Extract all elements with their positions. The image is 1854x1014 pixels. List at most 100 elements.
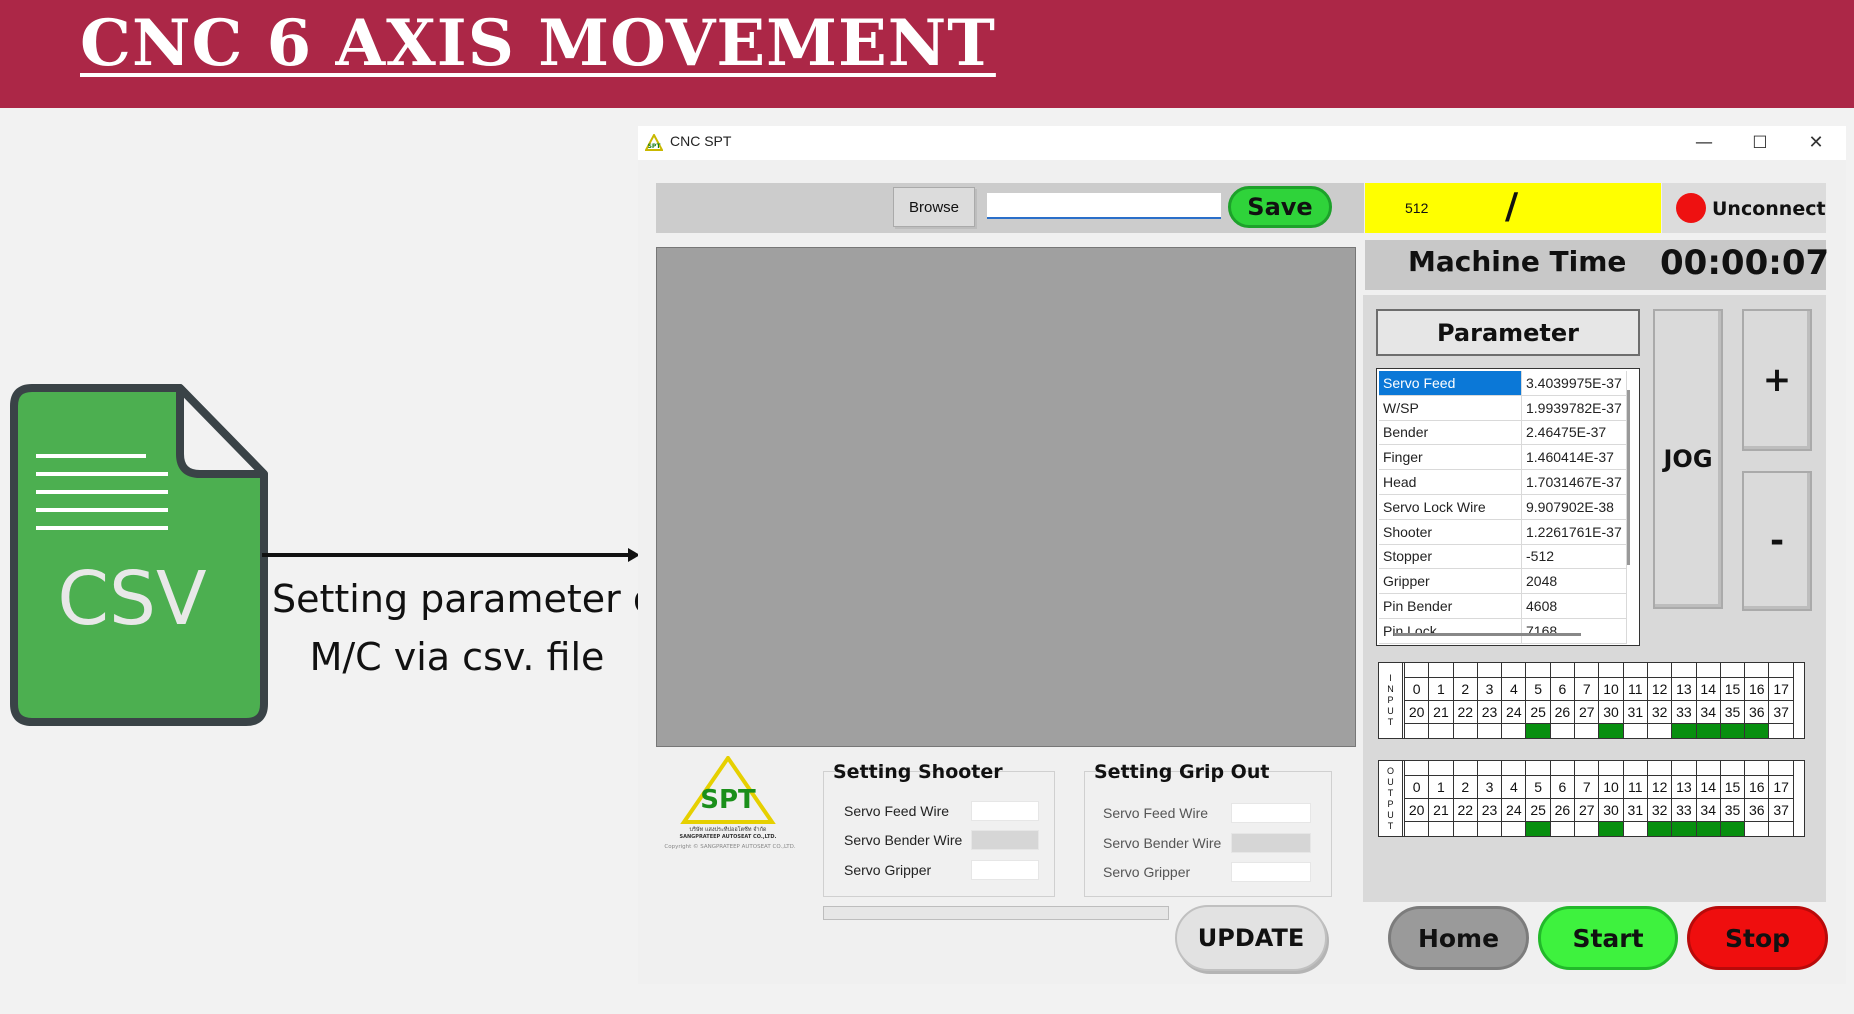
window-title-bar[interactable] <box>638 126 1846 160</box>
spt-logo: SPT บริษัท แสงประทีปออโตซีท จำกัด SANGPR… <box>664 756 796 850</box>
io-label: 32 <box>1646 798 1673 822</box>
io-label: 21 <box>1428 700 1454 724</box>
csv-path-input[interactable] <box>987 193 1221 219</box>
parameter-horizontal-scrollbar[interactable] <box>1395 633 1581 636</box>
preview-canvas[interactable] <box>656 247 1356 747</box>
parameter-value[interactable]: 1.460414E-37 <box>1521 444 1627 471</box>
io-label: 36 <box>1744 700 1770 724</box>
shooter-servo-feed-wire-input[interactable] <box>971 801 1039 821</box>
jog-plus-button[interactable]: + <box>1742 309 1812 451</box>
gripout-servo-feed-wire-input[interactable] <box>1231 803 1311 823</box>
parameter-row[interactable]: Shooter 1.2261761E-37 <box>1379 519 1627 545</box>
io-label: 33 <box>1671 700 1697 724</box>
shooter-servo-gripper-input[interactable] <box>971 860 1039 880</box>
parameter-row[interactable]: Gripper 2048 <box>1379 568 1627 595</box>
io-indicator <box>1549 662 1576 678</box>
parameter-vertical-scrollbar[interactable] <box>1627 390 1630 565</box>
stop-button[interactable]: Stop <box>1687 906 1828 970</box>
io-label: 26 <box>1549 798 1576 822</box>
io-indicator <box>1744 662 1770 678</box>
io-label: 14 <box>1695 677 1721 701</box>
shooter-servo-bender-wire-input[interactable] <box>971 830 1039 850</box>
parameter-row[interactable]: Bender 2.46475E-37 <box>1379 420 1627 446</box>
gripout-servo-bender-wire-label: Servo Bender Wire <box>1103 835 1222 851</box>
parameter-value[interactable]: 7168 <box>1521 618 1627 644</box>
close-button[interactable]: ✕ <box>1793 130 1839 156</box>
io-side-letter: U <box>1387 809 1394 820</box>
parameter-row[interactable]: W/SP 1.9939782E-37 <box>1379 395 1627 421</box>
parameter-value[interactable]: 1.2261761E-37 <box>1521 519 1627 545</box>
logo-company-en: SANGPRATEEP AUTOSEAT CO.,LTD. <box>680 834 777 840</box>
io-label: 1 <box>1428 677 1454 701</box>
io-indicator <box>1598 760 1624 776</box>
caption-line-1: Setting parameter of <box>272 577 670 621</box>
parameter-value[interactable]: 1.9939782E-37 <box>1521 395 1627 421</box>
io-label: 27 <box>1574 700 1600 724</box>
io-label: 5 <box>1525 775 1551 799</box>
io-label: 4 <box>1501 677 1527 701</box>
io-indicator <box>1622 723 1648 739</box>
parameter-value[interactable]: 3.4039975E-37 <box>1521 371 1627 396</box>
io-label: 33 <box>1671 798 1697 822</box>
io-label: 22 <box>1452 798 1478 822</box>
io-indicator <box>1744 723 1770 739</box>
io-label: 21 <box>1428 798 1454 822</box>
update-button[interactable]: UPDATE <box>1175 905 1327 971</box>
io-indicator <box>1428 723 1454 739</box>
io-label: 37 <box>1768 700 1794 724</box>
banner-title: CNC 6 AXIS MOVEMENT <box>80 6 996 81</box>
io-label: 11 <box>1622 775 1648 799</box>
home-button[interactable]: Home <box>1388 906 1529 970</box>
parameter-button[interactable]: Parameter <box>1376 309 1640 356</box>
io-label: 26 <box>1549 700 1576 724</box>
parameter-value[interactable]: 2.46475E-37 <box>1521 420 1627 446</box>
io-indicator <box>1768 723 1794 739</box>
parameter-value[interactable]: 1.7031467E-37 <box>1521 469 1627 495</box>
parameter-value[interactable]: 9.907902E-38 <box>1521 494 1627 520</box>
parameter-row[interactable]: Finger 1.460414E-37 <box>1379 444 1627 471</box>
io-indicator <box>1622 760 1648 776</box>
parameter-row[interactable]: Head 1.7031467E-37 <box>1379 469 1627 495</box>
parameter-row[interactable]: Pin Lock 7168 <box>1379 618 1627 644</box>
io-indicator <box>1428 821 1454 837</box>
io-indicator <box>1695 723 1721 739</box>
parameter-value[interactable]: -512 <box>1521 544 1627 570</box>
parameter-list[interactable]: Servo Feed 3.4039975E-37 W/SP 1.9939782E-37… <box>1376 368 1640 646</box>
jog-minus-button[interactable]: - <box>1742 471 1812 611</box>
io-indicator <box>1768 760 1794 776</box>
parameter-value[interactable]: 2048 <box>1521 568 1627 595</box>
gripout-servo-gripper-input[interactable] <box>1231 862 1311 882</box>
maximize-button[interactable]: ☐ <box>1737 130 1783 156</box>
io-indicator <box>1428 662 1454 678</box>
io-label: 31 <box>1622 798 1648 822</box>
shooter-servo-feed-wire-label: Servo Feed Wire <box>844 803 950 819</box>
parameter-row[interactable]: Servo Lock Wire 9.907902E-38 <box>1379 494 1627 520</box>
start-button[interactable]: Start <box>1538 906 1678 970</box>
save-button[interactable]: Save <box>1228 186 1332 228</box>
parameter-name: Finger <box>1379 444 1522 471</box>
logo-text: SPT <box>700 785 756 815</box>
io-label: 7 <box>1574 775 1600 799</box>
parameter-value[interactable]: 4608 <box>1521 593 1627 619</box>
parameter-name: Servo Feed <box>1379 371 1522 396</box>
browse-button[interactable]: Browse <box>893 187 975 227</box>
setting-shooter-title: Setting Shooter <box>833 761 1003 783</box>
io-indicator <box>1452 662 1478 678</box>
io-label: 20 <box>1403 798 1430 822</box>
parameter-row[interactable]: Pin Bender 4608 <box>1379 593 1627 619</box>
io-side-letter: T <box>1387 820 1394 831</box>
io-indicator <box>1598 723 1624 739</box>
io-indicator <box>1501 821 1527 837</box>
gripout-servo-bender-wire-input[interactable] <box>1231 833 1311 853</box>
io-label: 23 <box>1476 798 1503 822</box>
parameter-row[interactable]: Servo Feed 3.4039975E-37 <box>1379 371 1627 396</box>
parameter-row[interactable]: Stopper -512 <box>1379 544 1627 570</box>
jog-button[interactable]: JOG <box>1653 309 1723 609</box>
io-label: 2 <box>1452 677 1478 701</box>
io-indicator <box>1622 662 1648 678</box>
io-indicator <box>1476 821 1503 837</box>
unconnect-button[interactable]: Unconnect <box>1712 194 1826 224</box>
io-indicator <box>1501 723 1527 739</box>
io-label: 10 <box>1598 677 1624 701</box>
minimize-button[interactable]: — <box>1681 130 1727 156</box>
